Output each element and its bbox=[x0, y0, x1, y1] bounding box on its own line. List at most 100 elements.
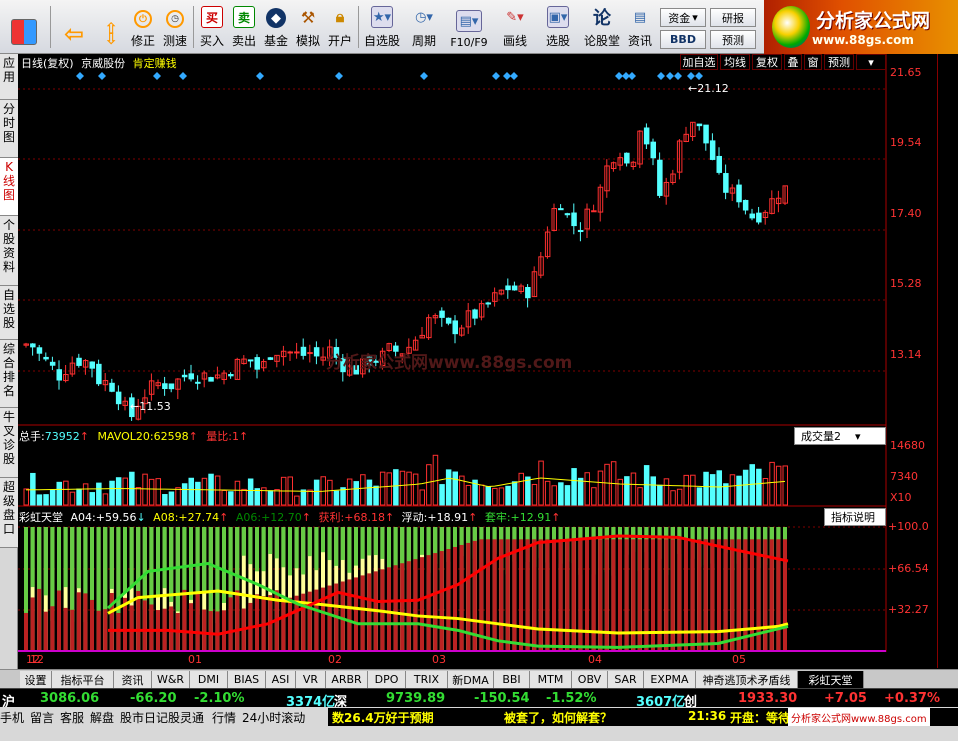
ma-button[interactable]: 均线 bbox=[720, 54, 750, 70]
research-button[interactable]: 研报 bbox=[710, 8, 756, 27]
indicator-help-button[interactable]: 指标说明 bbox=[824, 508, 886, 526]
candle-body bbox=[89, 361, 95, 369]
indicator-tab[interactable]: 指标平台 bbox=[52, 671, 114, 688]
cy-percent: +0.37% bbox=[884, 691, 940, 706]
candle-body bbox=[181, 374, 188, 378]
indicator-tab[interactable]: MTM bbox=[530, 671, 572, 688]
volume-bar bbox=[313, 479, 320, 506]
indicator-tab[interactable]: TRIX bbox=[406, 671, 448, 688]
indicator-tab[interactable]: BBI bbox=[494, 671, 530, 688]
status-link[interactable]: 股灵通 bbox=[168, 709, 204, 726]
candle-body bbox=[56, 369, 62, 381]
f10-button[interactable]: ▤▾ F10/F9 bbox=[446, 2, 492, 52]
indicator-tab[interactable]: 新DMA bbox=[448, 671, 494, 688]
tab-kline[interactable]: K线图 bbox=[0, 158, 18, 216]
window-button[interactable]: 窗 bbox=[804, 54, 822, 70]
rainbow-bar-green bbox=[261, 527, 266, 572]
add-self-select-button[interactable]: 加自选 bbox=[680, 54, 718, 70]
status-link[interactable]: 留言 bbox=[30, 709, 54, 726]
tab-ranking[interactable]: 综合排名 bbox=[0, 340, 18, 408]
indicator-tab[interactable]: 彩虹天堂 bbox=[798, 671, 864, 688]
status-link[interactable]: 股市日记 bbox=[120, 709, 168, 726]
chart-header: 日线(复权) 京威股份 肯定赚钱 bbox=[21, 55, 177, 71]
volume-bar bbox=[597, 470, 604, 506]
volume-bar bbox=[769, 461, 775, 506]
status-link[interactable]: 行情 bbox=[212, 709, 236, 726]
rainbow-bar-red bbox=[492, 539, 497, 650]
adjust-button[interactable]: 复权 bbox=[752, 54, 782, 70]
indicator-tab[interactable]: W&R bbox=[152, 671, 190, 688]
back-button[interactable]: ⇦ bbox=[56, 2, 92, 52]
status-link[interactable]: 手机 bbox=[0, 709, 24, 726]
signal-diamond-icon bbox=[420, 72, 428, 80]
news-ticker[interactable]: 数26.4万好于预期 被套了，如何解套？ 21:36 开盘：等待 分析家公式网w… bbox=[328, 708, 958, 726]
indicator-tab[interactable]: EXPMA bbox=[644, 671, 696, 688]
tab-diagnosis[interactable]: 牛叉诊股 bbox=[0, 408, 18, 478]
volume-bar bbox=[709, 474, 716, 506]
power-icon: ⏻ bbox=[134, 10, 152, 28]
volume-bar bbox=[756, 468, 762, 506]
indicator-tab[interactable]: 资讯 bbox=[114, 671, 152, 688]
chart-area[interactable]: 日线(复权) 京威股份 肯定赚钱 加自选 均线 复权 叠 窗 预测 ▾ 21.6… bbox=[18, 54, 929, 666]
volume-bar bbox=[465, 484, 472, 506]
overlay-button[interactable]: 叠 bbox=[784, 54, 802, 70]
draw-line-button[interactable]: ✎▾ 画线 bbox=[496, 2, 534, 52]
candle-body bbox=[558, 208, 564, 211]
rainbow-bar-red bbox=[433, 553, 438, 650]
candle-body bbox=[30, 343, 36, 348]
signal-diamond-icon bbox=[687, 72, 695, 80]
indicator-tab[interactable]: OBV bbox=[572, 671, 608, 688]
indicator-tab[interactable]: 设置 bbox=[20, 671, 52, 688]
tab-app[interactable]: 应用 bbox=[0, 54, 18, 100]
tab-stock-profile[interactable]: 个股资料 bbox=[0, 216, 18, 286]
indicator-tab[interactable]: BIAS bbox=[228, 671, 266, 688]
rainbow-bar-red bbox=[558, 539, 563, 650]
candle-body bbox=[294, 351, 300, 354]
speed-test-button[interactable]: ◷ 测速 bbox=[160, 2, 190, 52]
rainbow-bar-red bbox=[571, 539, 576, 650]
status-link[interactable]: 客服 bbox=[60, 709, 84, 726]
tab-super-quote[interactable]: 超级盘口 bbox=[0, 478, 18, 548]
forum-button[interactable]: 论 论股堂 bbox=[582, 2, 622, 52]
indicator-tab[interactable]: 神奇逃顶术矛盾线 bbox=[696, 671, 798, 688]
alert-button[interactable]: 预测 bbox=[710, 30, 756, 49]
volume-header: 总手:73952↑ MAVOL20:62598↑ 量比:1↑ bbox=[19, 430, 249, 443]
volume-bar bbox=[696, 487, 703, 506]
volume-bar bbox=[142, 473, 148, 506]
candle-body bbox=[168, 383, 175, 390]
draw-line-label: 画线 bbox=[502, 34, 527, 48]
buy-button[interactable]: 买 买入 bbox=[197, 2, 227, 52]
forecast-button[interactable]: 预测 bbox=[824, 54, 854, 70]
indicator-tab[interactable]: SAR bbox=[608, 671, 644, 688]
menu-dropdown-button[interactable]: ▾ bbox=[856, 54, 886, 70]
tab-self-select[interactable]: 自选股 bbox=[0, 286, 18, 340]
period-button[interactable]: ◷▾ 周期 bbox=[406, 2, 442, 52]
indicator-tab[interactable]: DMI bbox=[190, 671, 228, 688]
updown-button[interactable]: ⇧ ⇩ bbox=[96, 2, 126, 52]
volume-selector[interactable]: 成交量2 ▾ bbox=[794, 427, 886, 445]
indicator-tab[interactable]: ARBR bbox=[326, 671, 368, 688]
fund-button[interactable]: ◆ 基金 bbox=[261, 2, 291, 52]
simulate-button[interactable]: ⚒ 模拟 bbox=[293, 2, 323, 52]
stock-pick-button[interactable]: ▣▾ 选股 bbox=[538, 2, 578, 52]
self-select-button[interactable]: ★▾ 自选股 bbox=[362, 2, 402, 52]
dashboard-button[interactable] bbox=[4, 2, 44, 52]
fix-button[interactable]: ⏻ 修正 bbox=[128, 2, 158, 52]
open-account-button[interactable]: 🔒︎ 开户 bbox=[325, 2, 355, 52]
tab-intraday[interactable]: 分时图 bbox=[0, 100, 18, 158]
status-link[interactable]: 24小时滚动 bbox=[242, 709, 305, 726]
rainbow-bar-red bbox=[420, 557, 424, 650]
news-button[interactable]: ▤ 资讯 bbox=[624, 2, 656, 52]
indicator-tab[interactable]: DPO bbox=[368, 671, 406, 688]
bottom-status-bar: 手机 留言 客服 解盘 股市日记 股灵通 行情 24小时滚动 数26.4万好于预期 被套了，如… bbox=[0, 707, 958, 741]
signal-diamond-icon bbox=[492, 72, 500, 80]
fund-flow-button[interactable]: 资金 ▾ bbox=[660, 8, 706, 27]
star-icon: ★▾ bbox=[371, 6, 393, 28]
rainbow-bar-red bbox=[393, 565, 398, 650]
right-side-panel[interactable] bbox=[937, 54, 958, 668]
indicator-tab[interactable]: VR bbox=[296, 671, 326, 688]
sell-button[interactable]: 卖 卖出 bbox=[229, 2, 259, 52]
status-link[interactable]: 解盘 bbox=[90, 709, 114, 726]
indicator-tab[interactable]: ASI bbox=[266, 671, 296, 688]
bbd-button[interactable]: BBD bbox=[660, 30, 706, 49]
